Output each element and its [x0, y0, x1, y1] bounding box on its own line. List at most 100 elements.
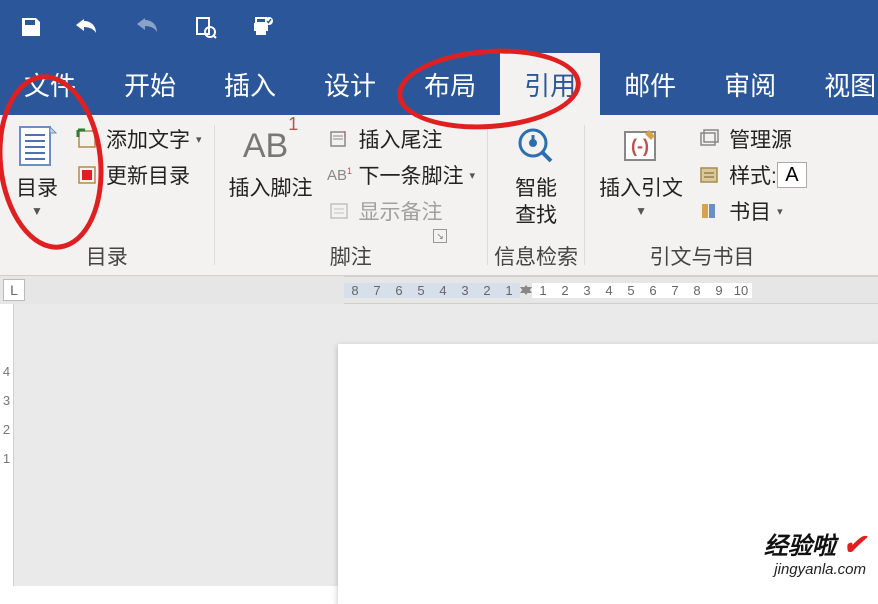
ruler-tick: 5 [410, 283, 432, 298]
ruler-tick: 2 [3, 422, 10, 437]
ruler-tick: 3 [3, 393, 10, 408]
ruler-tick: 3 [454, 283, 476, 298]
tab-label: 引用 [524, 66, 576, 103]
ruler-tick: 6 [642, 283, 664, 298]
show-notes-button: 显示备注 [321, 193, 482, 229]
smart-lookup-label: 智能查找 [515, 175, 557, 230]
ruler-tick: 4 [432, 283, 454, 298]
ribbon-tabs: 文件 开始 插入 设计 布局 引用 邮件 审阅 视图 帮助 [0, 53, 878, 115]
insert-endnote-label: 插入尾注 [359, 124, 443, 154]
toc-button[interactable]: 目录 ▼ [6, 119, 68, 218]
group-research: 智能查找 信息检索 [488, 115, 584, 275]
style-input[interactable] [777, 162, 807, 188]
insert-citation-label: 插入引文 [599, 175, 683, 202]
tab-insert[interactable]: 插入 [200, 53, 300, 115]
horizontal-ruler[interactable]: 87654321 12345678910 [344, 276, 878, 304]
manage-sources-icon [697, 127, 723, 151]
next-footnote-icon: AB1 [327, 163, 353, 187]
bibliography-icon [697, 199, 723, 223]
print-preview-icon[interactable] [186, 8, 224, 46]
group-label-toc: 目录 [86, 237, 128, 273]
style-selector[interactable]: 样式: [691, 157, 813, 193]
save-icon[interactable] [12, 8, 50, 46]
ruler-tick: 7 [366, 283, 388, 298]
insert-citation-button[interactable]: (-) 插入引文 ▼ [591, 119, 691, 218]
redo-icon[interactable] [128, 8, 166, 46]
ruler-tick: 4 [598, 283, 620, 298]
chevron-down-icon: ▾ [196, 133, 202, 146]
ruler-tick: 8 [344, 283, 366, 298]
next-footnote-button[interactable]: AB1 下一条脚注 ▾ [321, 157, 482, 193]
checkmark-icon: ✔ [843, 529, 866, 560]
tab-design[interactable]: 设计 [300, 53, 400, 115]
add-text-label: 添加文字 [106, 124, 190, 154]
ruler-tick: 8 [686, 283, 708, 298]
group-footnotes: AB1 插入脚注 i 插入尾注 AB1 下一条脚注 ▾ 显示备注 [215, 115, 488, 275]
ruler-tick: 6 [388, 283, 410, 298]
chevron-down-icon: ▼ [635, 204, 647, 218]
style-icon [697, 163, 723, 187]
horizontal-ruler-bar: L 87654321 12345678910 [0, 276, 878, 304]
footnotes-dialog-launcher-icon[interactable]: ↘ [433, 229, 447, 243]
group-toc: 目录 ▼ 添加文字 ▾ 更新目录 目录 [0, 115, 214, 275]
tab-review[interactable]: 审阅 [700, 53, 800, 115]
manage-sources-button[interactable]: 管理源 [691, 121, 813, 157]
tab-label: 布局 [424, 66, 476, 103]
tab-label: 开始 [124, 66, 176, 103]
toc-button-label: 目录 [16, 175, 58, 202]
tab-home[interactable]: 开始 [100, 53, 200, 115]
ruler-tick: 2 [476, 283, 498, 298]
tab-selector[interactable]: L [3, 279, 25, 301]
ribbon: 目录 ▼ 添加文字 ▾ 更新目录 目录 AB1 [0, 115, 878, 276]
insert-footnote-icon: AB1 [248, 123, 294, 169]
ruler-tick: 7 [664, 283, 686, 298]
ruler-tick: 1 [3, 451, 10, 466]
vertical-ruler[interactable]: 4 3 2 1 [0, 304, 14, 586]
left-indent-marker-icon[interactable] [520, 285, 532, 293]
tab-label: 插入 [224, 66, 276, 103]
add-text-button[interactable]: 添加文字 ▾ [68, 121, 208, 157]
next-footnote-label: 下一条脚注 [359, 160, 464, 190]
show-notes-icon [327, 199, 353, 223]
group-label-footnotes: 脚注 [330, 237, 372, 273]
tab-label: 视图 [824, 66, 876, 103]
smart-lookup-button[interactable]: 智能查找 [505, 119, 567, 230]
ruler-tick: 2 [554, 283, 576, 298]
ruler-tick: 3 [576, 283, 598, 298]
chevron-down-icon: ▼ [31, 204, 43, 218]
svg-text:i: i [344, 130, 346, 139]
tab-layout[interactable]: 布局 [400, 53, 500, 115]
insert-citation-icon: (-) [618, 123, 664, 169]
insert-footnote-label: 插入脚注 [229, 175, 313, 202]
toc-icon [14, 123, 60, 169]
group-citations: (-) 插入引文 ▼ 管理源 样式: 书目 ▾ [585, 115, 813, 275]
tab-mailings[interactable]: 邮件 [600, 53, 700, 115]
ruler-tick: 1 [532, 283, 554, 298]
canvas[interactable] [14, 304, 878, 586]
watermark: 经验啦 ✔ jingyanla.com [764, 526, 866, 578]
tab-references[interactable]: 引用 [500, 53, 600, 115]
tab-label: 设计 [324, 66, 376, 103]
update-toc-button[interactable]: 更新目录 [68, 157, 208, 193]
chevron-down-icon: ▾ [470, 169, 476, 182]
bibliography-button[interactable]: 书目 ▾ [691, 193, 813, 229]
document-area: 4 3 2 1 [0, 304, 878, 586]
tab-view[interactable]: 视图 [800, 53, 878, 115]
undo-icon[interactable] [70, 8, 108, 46]
update-toc-label: 更新目录 [106, 160, 190, 190]
manage-sources-label: 管理源 [729, 124, 792, 154]
ruler-tick: 4 [3, 364, 10, 379]
insert-footnote-button[interactable]: AB1 插入脚注 [221, 119, 321, 202]
ruler-tick: 9 [708, 283, 730, 298]
style-label: 样式: [729, 160, 777, 190]
quick-access-toolbar [0, 0, 878, 53]
quick-print-icon[interactable] [244, 8, 282, 46]
ruler-tick: 10 [730, 283, 752, 298]
bibliography-label: 书目 [729, 196, 771, 226]
add-text-icon [74, 127, 100, 151]
tab-file[interactable]: 文件 [0, 53, 100, 115]
ruler-tick: 5 [620, 283, 642, 298]
insert-endnote-icon: i [327, 127, 353, 151]
ruler-tick: 1 [498, 283, 520, 298]
insert-endnote-button[interactable]: i 插入尾注 [321, 121, 482, 157]
